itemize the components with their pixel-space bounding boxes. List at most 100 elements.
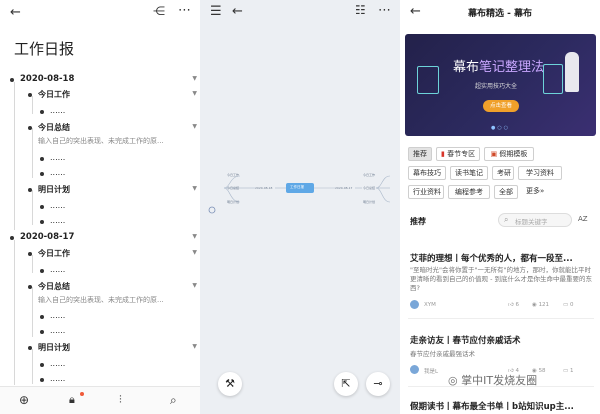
collapse-arrow-icon[interactable]: ▼	[192, 90, 197, 97]
category-tag-label: 春节专区	[447, 150, 476, 158]
outline-item[interactable]: 今日总结	[38, 122, 70, 133]
outline-bullet[interactable]	[40, 205, 44, 209]
tablet-illustration	[417, 66, 439, 94]
outline-bullet[interactable]	[40, 269, 44, 273]
outline-item[interactable]: 今日总结	[38, 281, 70, 292]
outline-bullet[interactable]	[40, 330, 44, 334]
outline-item[interactable]: ......	[50, 168, 65, 177]
menu-icon[interactable]: ☰	[210, 5, 222, 18]
sub-node-right: 今日工作	[363, 173, 376, 177]
magic-wand-button[interactable]: ⚒	[218, 372, 242, 396]
category-tag[interactable]: 行业资料	[408, 185, 444, 199]
outline-item[interactable]: ......	[50, 359, 65, 368]
sub-node-left: 今日工作	[227, 173, 240, 177]
collapse-arrow-icon[interactable]: ▼	[192, 75, 197, 82]
carousel-dots[interactable]: ●○○	[405, 125, 596, 131]
outline-bullet[interactable]	[40, 172, 44, 176]
category-tag-label: 学习资料	[526, 169, 554, 177]
search-icon[interactable]: ⌕	[170, 394, 177, 406]
category-tag[interactable]: 考研	[492, 166, 514, 180]
category-tag[interactable]: 更多»	[522, 185, 546, 199]
outline-guide-line	[32, 190, 33, 225]
view-toggle-icon[interactable]: ⋲	[153, 5, 165, 17]
outline-item[interactable]: ......	[50, 326, 65, 335]
category-tag[interactable]: 学习资料	[518, 166, 562, 180]
category-tag[interactable]: 编程参考	[448, 185, 490, 199]
collapse-arrow-icon[interactable]: ▼	[192, 282, 197, 289]
collapse-arrow-icon[interactable]: ▼	[192, 123, 197, 130]
article-title[interactable]: 走亲访友丨春节应付亲戚话术	[410, 334, 592, 346]
banner-subtitle: 超实用技巧大全	[475, 83, 518, 90]
outline-date-item[interactable]: 2020-08-18	[20, 74, 74, 84]
category-tag-label: 全部	[499, 188, 513, 196]
outline-item[interactable]: 输入自己的突出表现、未完成工作的原...	[38, 136, 164, 146]
outline-guide-line	[32, 349, 33, 384]
mindmap-canvas[interactable]	[200, 150, 400, 230]
banner[interactable]: 幕布笔记整理法 超实用技巧大全 点击查看 ●○○	[405, 34, 596, 136]
outline-item[interactable]: 今日工作	[38, 248, 70, 259]
search-placeholder: 标题关键字	[515, 218, 548, 226]
back-icon[interactable]: ←	[232, 5, 243, 18]
category-tag[interactable]: 全部	[494, 185, 518, 199]
outline-item[interactable]: ......	[50, 374, 65, 383]
outline-item[interactable]: 今日工作	[38, 89, 70, 100]
sort-icon[interactable]: AZ	[578, 215, 588, 223]
outline-bullet[interactable]	[40, 315, 44, 319]
category-tag-label: 行业资料	[413, 188, 441, 196]
add-icon[interactable]: ⊕	[19, 394, 29, 406]
category-tag-label: 更多»	[526, 187, 545, 195]
outline-bullet[interactable]	[40, 157, 44, 161]
outline-item[interactable]: ......	[50, 201, 65, 210]
outline-guide-line	[32, 287, 33, 337]
mindmap-panel: ☰ ← ☷ ⋯ 工作日报 2020-08-18 2020-08-17 今日工作 …	[200, 0, 400, 414]
lock-icon[interactable]: 🔒︎	[69, 394, 75, 405]
sub-node-left: 明日计划	[227, 200, 240, 204]
list-view-icon[interactable]: ☷	[355, 4, 366, 16]
export-button[interactable]: ⇱	[334, 372, 358, 396]
comment-count: ▭ 0	[563, 302, 574, 308]
article-desc: "至暗时光"会将你置于"一无所有"的地方，那时，你就能比平时更清晰的看到自己的价…	[410, 266, 592, 292]
outline-item[interactable]: ......	[50, 106, 65, 115]
article-title[interactable]: 假期读书丨幕布最全书单丨b站知识up主...	[410, 400, 592, 412]
outline-date-item[interactable]: 2020-08-17	[20, 232, 74, 242]
outline-bullet[interactable]	[40, 110, 44, 114]
category-tag[interactable]: 推荐	[408, 147, 432, 161]
category-tag[interactable]: 读书笔记	[450, 166, 488, 180]
collapse-arrow-icon[interactable]: ▼	[192, 233, 197, 240]
tablet-illustration	[543, 64, 563, 94]
outline-item[interactable]: ......	[50, 265, 65, 274]
category-tag-label: 推荐	[413, 150, 427, 158]
figure-illustration	[565, 52, 579, 92]
outline-guide-line	[14, 82, 15, 230]
outline-bullet[interactable]	[40, 363, 44, 367]
banner-cta-button[interactable]: 点击查看	[483, 100, 520, 112]
category-tag[interactable]: 幕布技巧	[408, 166, 446, 180]
more-horizontal-icon[interactable]: ⋯	[378, 4, 391, 17]
collapse-arrow-icon[interactable]: ▼	[192, 249, 197, 256]
article-title[interactable]: 艾菲的理想丨每个优秀的人，都有一段至...	[410, 252, 592, 264]
search-icon: ⌕	[504, 215, 509, 224]
search-field[interactable]: ⌕ 标题关键字	[498, 213, 572, 227]
outline-item[interactable]: 明日计划	[38, 184, 70, 195]
outline-bullet[interactable]	[40, 378, 44, 382]
outline-item[interactable]: ......	[50, 216, 65, 225]
bottom-toolbar: ⊕ 🔒︎ ⫶ ⌕	[0, 386, 200, 414]
node-handle[interactable]	[208, 206, 216, 214]
category-tag[interactable]: ▣ 假期模板	[484, 147, 534, 161]
collapse-arrow-icon[interactable]: ▼	[192, 185, 197, 192]
share-link-button[interactable]: ⊸	[366, 372, 390, 396]
sub-node-right: 今日总结	[363, 186, 376, 190]
more-horizontal-icon[interactable]: ⋯	[178, 4, 191, 17]
outline-item[interactable]: ......	[50, 153, 65, 162]
outline-item[interactable]: ......	[50, 311, 65, 320]
avatar	[410, 365, 419, 374]
outline-bullet[interactable]	[40, 220, 44, 224]
category-tag[interactable]: ▮ 春节专区	[436, 147, 480, 161]
outline-item[interactable]: 输入自己的突出表现、未完成工作的原...	[38, 295, 164, 305]
outline-guide-line	[32, 128, 33, 178]
structure-icon[interactable]: ⫶	[119, 394, 122, 405]
collapse-arrow-icon[interactable]: ▼	[192, 343, 197, 350]
back-icon[interactable]: ←	[10, 6, 21, 19]
outline-item[interactable]: 明日计划	[38, 342, 70, 353]
outline-guide-line	[14, 240, 15, 385]
